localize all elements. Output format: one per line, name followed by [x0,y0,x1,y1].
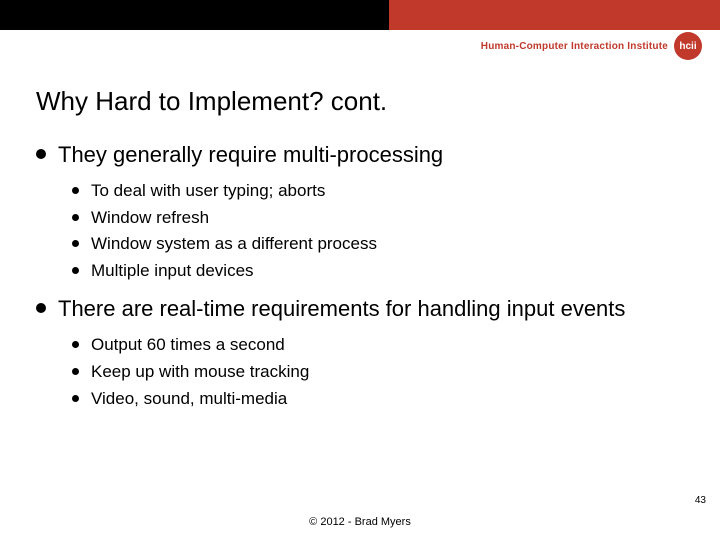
sub-item-text: To deal with user typing; aborts [91,180,325,203]
bullet-icon [36,303,46,313]
list-item: Window refresh [72,207,684,230]
slide-content: Why Hard to Implement? cont. They genera… [0,30,720,411]
sub-item-text: Video, sound, multi-media [91,388,287,411]
sub-item-text: Keep up with mouse tracking [91,361,309,384]
list-item: Multiple input devices [72,260,684,283]
list-item: Window system as a different process [72,233,684,256]
bullet-icon [72,368,79,375]
copyright: © 2012 - Brad Myers [0,516,720,528]
bullet-icon [72,395,79,402]
list-item: Keep up with mouse tracking [72,361,684,384]
page-number: 43 [695,495,706,506]
top-bar-left [0,0,389,30]
bullet-icon [72,240,79,247]
list-item: Output 60 times a second [72,334,684,357]
list-item-text: There are real-time requirements for han… [58,295,625,324]
bullet-list: They generally require multi-processing … [36,141,684,411]
list-item: To deal with user typing; aborts [72,180,684,203]
hcii-logo-icon: hcii [674,32,702,60]
list-item-text: They generally require multi-processing [58,141,443,170]
bullet-icon [72,214,79,221]
top-bar [0,0,720,30]
institute-header: Human-Computer Interaction Institute hci… [481,32,702,60]
sub-list: To deal with user typing; aborts Window … [72,180,684,284]
sub-item-text: Window refresh [91,207,209,230]
bullet-icon [36,149,46,159]
institute-name: Human-Computer Interaction Institute [481,41,668,52]
list-item: There are real-time requirements for han… [36,295,684,410]
list-item: Video, sound, multi-media [72,388,684,411]
top-bar-right [389,0,720,30]
sub-item-text: Window system as a different process [91,233,377,256]
sub-item-text: Multiple input devices [91,260,254,283]
list-item: They generally require multi-processing … [36,141,684,283]
bullet-icon [72,187,79,194]
bullet-icon [72,341,79,348]
sub-list: Output 60 times a second Keep up with mo… [72,334,684,411]
slide-title: Why Hard to Implement? cont. [36,86,684,117]
bullet-icon [72,267,79,274]
sub-item-text: Output 60 times a second [91,334,285,357]
